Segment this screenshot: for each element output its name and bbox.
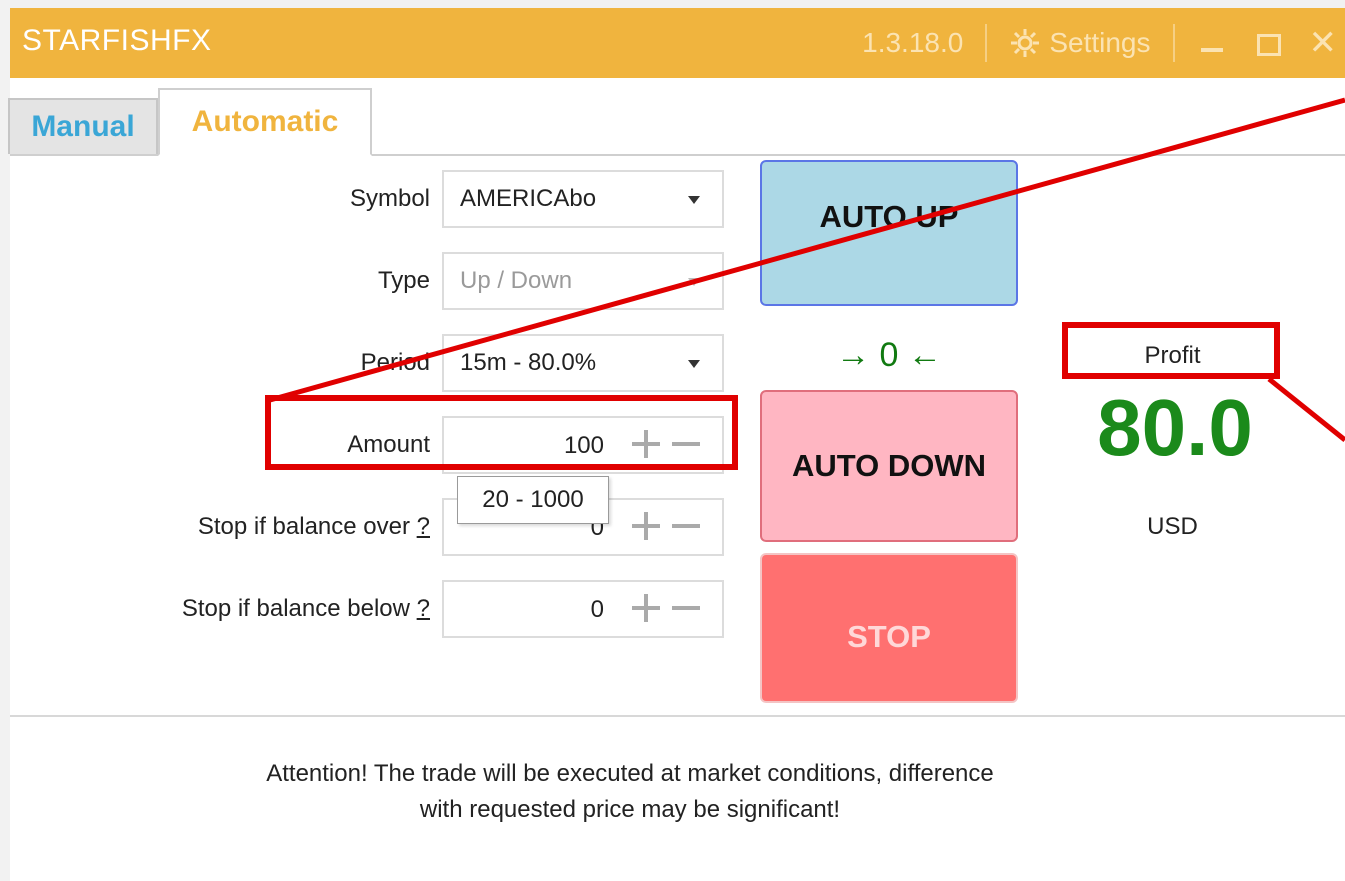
app-title: STARFISHFX <box>22 24 212 57</box>
version-label: 1.3.18.0 <box>862 27 964 58</box>
currency-label: USD <box>1147 513 1198 540</box>
attention-notice: Attention! The trade will be executed at… <box>50 756 1210 828</box>
auto-up-button[interactable]: AUTO UP <box>760 160 1018 306</box>
amount-highlight-box <box>265 395 738 470</box>
minus-icon[interactable] <box>672 594 700 622</box>
help-link[interactable]: ? <box>417 595 430 622</box>
notice-line: Attention! The trade will be executed at… <box>266 760 994 787</box>
notice-line: with requested price may be significant! <box>419 796 841 823</box>
title-controls: 1.3.18.0 Settings ✕ <box>862 8 1345 78</box>
maximize-icon <box>1256 34 1281 56</box>
settings-label: Settings <box>1049 27 1151 58</box>
profit-value: 80.0 <box>1097 383 1253 472</box>
chevron-down-icon <box>688 196 700 204</box>
plus-icon[interactable] <box>632 594 660 622</box>
stop-button[interactable]: STOP <box>760 553 1018 703</box>
settings-button[interactable]: Settings <box>1009 27 1151 59</box>
stop-over-text: Stop if balance over <box>197 513 410 540</box>
stop-over-label: Stop if balance over ? <box>70 513 430 541</box>
tab-bar: Manual Automatic <box>8 78 1345 156</box>
trade-counter: → 0 ← <box>836 336 942 374</box>
symbol-select[interactable]: AMERICAbo <box>442 170 724 228</box>
title-separator <box>985 24 988 62</box>
section-divider <box>10 715 1345 717</box>
stop-below-text: Stop if balance below <box>181 595 410 622</box>
chevron-down-icon <box>688 278 700 286</box>
minimize-icon <box>1200 48 1223 52</box>
auto-down-button[interactable]: AUTO DOWN <box>760 390 1018 542</box>
plus-icon[interactable] <box>632 512 660 540</box>
minus-icon[interactable] <box>672 512 700 540</box>
type-label: Type <box>377 267 430 294</box>
stop-below-input[interactable]: 0 <box>442 580 724 638</box>
title-bar: STARFISHFX 1.3.18.0 Settings ✕ <box>10 8 1345 78</box>
type-select[interactable]: Up / Down <box>442 252 724 310</box>
gear-icon <box>1011 29 1040 57</box>
minimize-button[interactable] <box>1197 28 1227 58</box>
tab-automatic[interactable]: Automatic <box>158 88 372 156</box>
symbol-label: Symbol <box>349 185 430 212</box>
amount-range-tooltip: 20 - 1000 <box>457 476 609 524</box>
type-value: Up / Down <box>460 267 573 294</box>
title-separator <box>1172 24 1175 62</box>
tab-manual[interactable]: Manual <box>8 98 158 154</box>
maximize-button[interactable] <box>1253 28 1283 58</box>
close-button[interactable]: ✕ <box>1309 26 1338 60</box>
period-label: Period <box>360 349 430 376</box>
chevron-down-icon <box>688 360 700 368</box>
help-link[interactable]: ? <box>417 513 430 540</box>
stop-below-label: Stop if balance below ? <box>70 595 430 623</box>
period-value: 15m - 80.0% <box>460 349 597 376</box>
period-select[interactable]: 15m - 80.0% <box>442 334 724 392</box>
stop-below-value: 0 <box>590 596 604 623</box>
profit-highlight-box <box>1062 322 1280 379</box>
symbol-value: AMERICAbo <box>460 185 597 212</box>
